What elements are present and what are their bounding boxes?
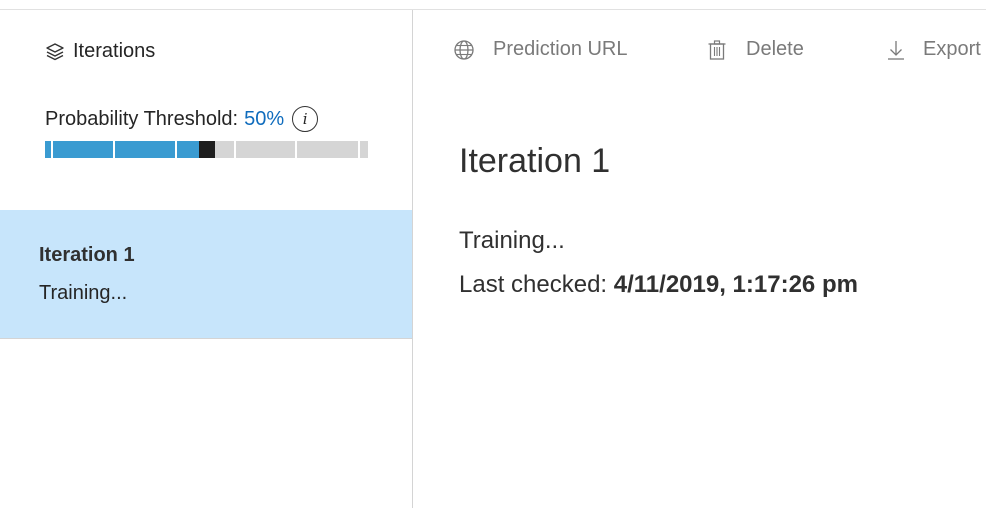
iterations-sidebar: Iterations Probability Threshold: 50% i … bbox=[0, 10, 413, 508]
prediction-url-button[interactable]: Prediction URL bbox=[453, 38, 628, 61]
slider-tick bbox=[51, 141, 53, 158]
download-icon bbox=[885, 39, 907, 61]
iteration-toolbar: Prediction URL Delete Export bbox=[413, 10, 986, 90]
layers-icon bbox=[45, 42, 65, 62]
top-divider bbox=[0, 0, 986, 10]
threshold-value: 50% bbox=[244, 107, 285, 130]
slider-tick bbox=[358, 141, 360, 158]
iteration-item-name: Iteration 1 bbox=[39, 244, 135, 266]
last-checked: Last checked: 4/11/2019, 1:17:26 pm bbox=[459, 271, 858, 299]
trash-icon bbox=[706, 39, 728, 61]
last-checked-timestamp: 4/11/2019, 1:17:26 pm bbox=[613, 271, 858, 298]
export-button[interactable]: Export bbox=[885, 38, 981, 61]
prediction-url-label: Prediction URL bbox=[493, 38, 628, 60]
last-checked-label: Last checked: bbox=[459, 271, 608, 298]
slider-tick bbox=[113, 141, 115, 158]
probability-threshold: Probability Threshold: 50% i bbox=[45, 106, 319, 132]
slider-tick bbox=[175, 141, 177, 158]
iteration-status: Training... bbox=[459, 227, 565, 254]
iterations-header: Iterations bbox=[45, 40, 155, 63]
iteration-list-item[interactable]: Iteration 1 Training... bbox=[0, 210, 412, 339]
export-label: Export bbox=[923, 38, 981, 60]
threshold-label: Probability Threshold: bbox=[45, 107, 239, 130]
iterations-header-label: Iterations bbox=[73, 40, 156, 62]
slider-tick bbox=[295, 141, 297, 158]
threshold-slider[interactable] bbox=[45, 141, 368, 158]
slider-tick bbox=[234, 141, 236, 158]
iteration-item-status: Training... bbox=[39, 282, 128, 304]
iteration-title: Iteration 1 bbox=[459, 142, 611, 180]
slider-thumb[interactable] bbox=[199, 141, 215, 158]
delete-button[interactable]: Delete bbox=[706, 38, 804, 61]
globe-icon bbox=[453, 39, 475, 61]
delete-label: Delete bbox=[746, 38, 804, 60]
info-icon[interactable]: i bbox=[292, 106, 319, 132]
